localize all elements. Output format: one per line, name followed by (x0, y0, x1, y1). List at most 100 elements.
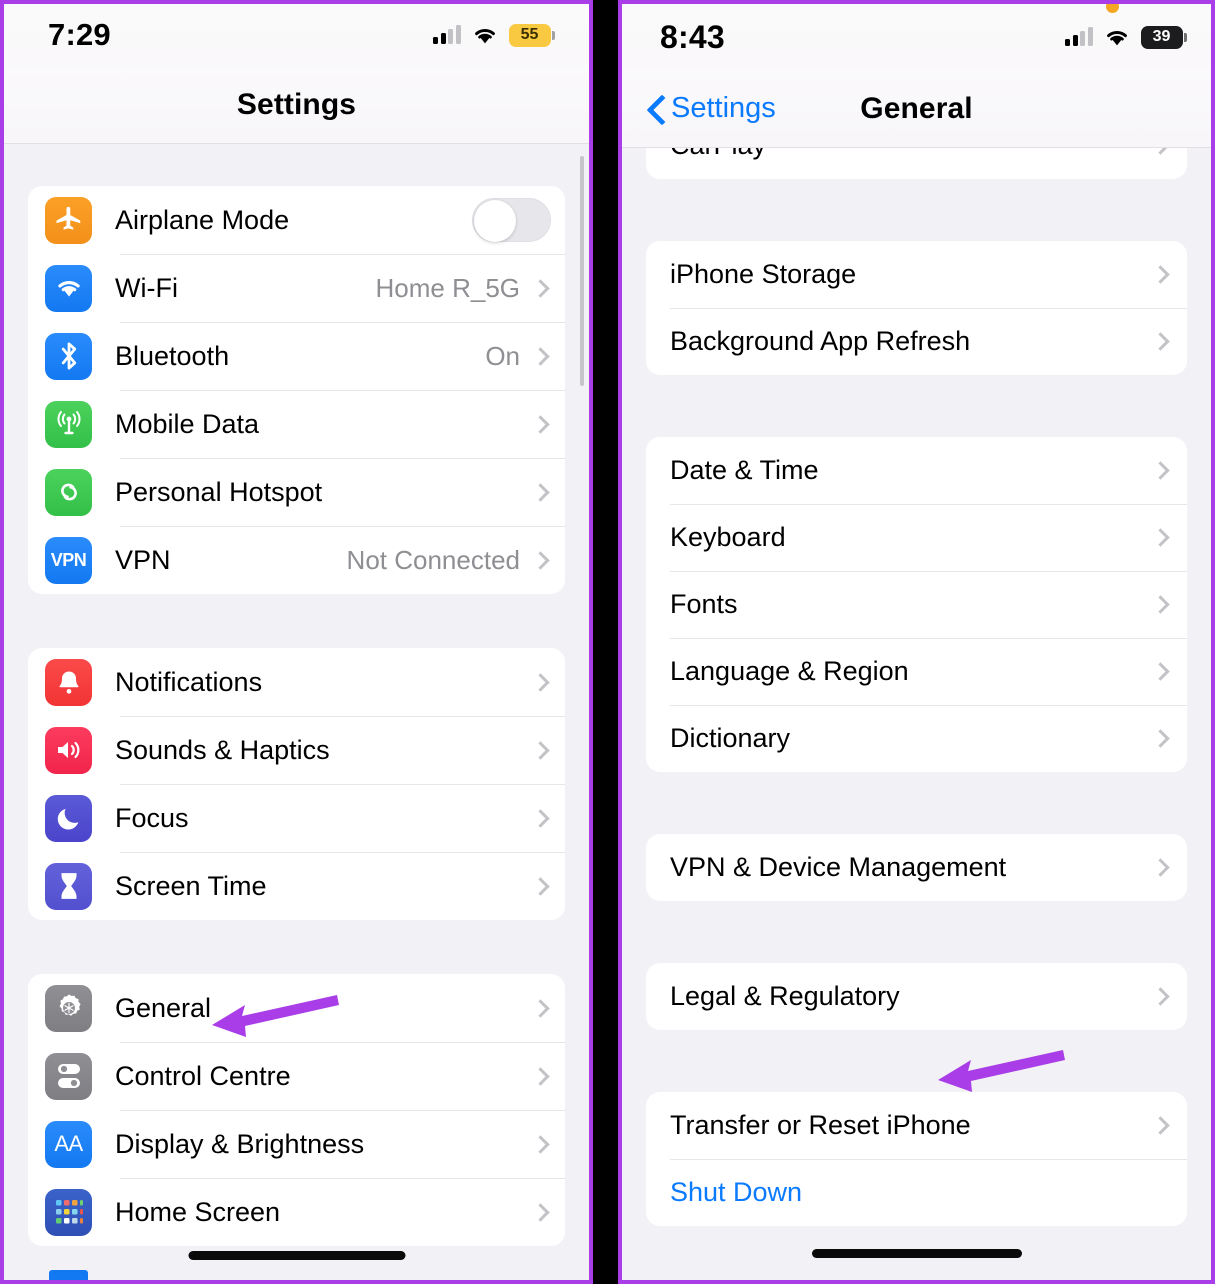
chevron-right-icon (1151, 858, 1170, 877)
group-notifications: Notifications Sounds & Haptics Focus Scr… (28, 648, 565, 920)
airplane-icon (45, 196, 92, 244)
home-indicator (811, 1249, 1022, 1258)
settings-row-control-centre[interactable]: Control Centre (28, 1042, 565, 1110)
group-system: General Control Centre AA Display & Brig… (28, 974, 565, 1246)
row-label: Sounds & Haptics (115, 734, 330, 765)
group-legal: Legal & Regulatory (646, 963, 1187, 1030)
screenshot-stage: 7:29 55 Settings Airplane Mode Wi-Fi Hom… (0, 0, 1215, 1284)
row-value: Home R_5G (375, 272, 521, 303)
chevron-right-icon (531, 740, 550, 760)
row-value: On (485, 340, 520, 371)
right-settings-list[interactable]: CarPlay iPhone Storage Background App Re… (622, 148, 1211, 1280)
chevron-right-icon (1151, 461, 1170, 480)
battery-level: 55 (508, 23, 551, 47)
row-label: Focus (115, 802, 189, 833)
row-value: Not Connected (346, 544, 520, 575)
airplane-mode-toggle[interactable] (472, 198, 551, 242)
settings-row-screen-time[interactable]: Screen Time (28, 852, 565, 920)
wifi-icon (1106, 30, 1127, 45)
chevron-right-icon (1151, 528, 1170, 547)
row-label: iPhone Storage (670, 259, 857, 289)
chevron-right-icon (531, 550, 550, 570)
group-device-management: VPN & Device Management (646, 834, 1187, 901)
chevron-right-icon (531, 346, 550, 366)
settings-row-dictionary[interactable]: Dictionary (646, 705, 1187, 772)
chevron-right-icon (531, 998, 550, 1018)
settings-row-notifications[interactable]: Notifications (28, 648, 565, 716)
settings-row-airplane-mode[interactable]: Airplane Mode (28, 186, 565, 254)
group-storage: iPhone Storage Background App Refresh (646, 241, 1187, 375)
row-label: Background App Refresh (670, 326, 971, 356)
left-status-bar: 7:29 55 (4, 4, 589, 66)
bell-icon (45, 658, 92, 706)
left-nav-bar: Settings (4, 66, 589, 144)
aa-glyph: AA (54, 1131, 83, 1156)
settings-row-background-app-refresh[interactable]: Background App Refresh (646, 308, 1187, 375)
row-label: Shut Down (670, 1177, 803, 1207)
page-title: Settings (236, 87, 357, 121)
settings-row-general[interactable]: General (28, 974, 565, 1042)
chevron-right-icon (531, 1134, 550, 1154)
settings-row-focus[interactable]: Focus (28, 784, 565, 852)
right-status-bar: 8:43 39 (622, 4, 1211, 70)
chevron-right-icon (531, 808, 550, 828)
settings-row-shut-down[interactable]: Shut Down (646, 1159, 1187, 1226)
vpn-icon-label: VPN (50, 549, 87, 570)
home-indicator (188, 1251, 405, 1260)
settings-row-date-time[interactable]: Date & Time (646, 437, 1187, 504)
chevron-right-icon (1151, 1116, 1170, 1135)
hourglass-icon (45, 862, 92, 910)
right-nav-bar: Settings General (622, 70, 1211, 148)
status-clock: 7:29 (48, 17, 111, 52)
left-settings-list[interactable]: Airplane Mode Wi-Fi Home R_5G Bluetooth … (4, 144, 589, 1280)
settings-row-display-brightness[interactable]: AA Display & Brightness (28, 1110, 565, 1178)
group-carplay: CarPlay (646, 148, 1187, 179)
scroll-indicator[interactable] (580, 156, 584, 386)
gear-icon (45, 984, 92, 1032)
status-indicators: 55 (433, 23, 555, 47)
right-phone-screen: 8:43 39 Settings General iPhone Storage … (618, 0, 1215, 1284)
settings-row-mobile-data[interactable]: Mobile Data (28, 390, 565, 458)
row-label: Display & Brightness (115, 1128, 365, 1159)
chevron-right-icon (531, 876, 550, 896)
chevron-right-icon (531, 414, 550, 434)
left-phone-screen: 7:29 55 Settings Airplane Mode Wi-Fi Hom… (0, 0, 593, 1284)
partial-icon-strip (49, 1270, 88, 1280)
settings-row-carplay[interactable]: CarPlay (646, 148, 1187, 179)
row-label: Screen Time (115, 870, 267, 901)
settings-row-home-screen[interactable]: Home Screen (28, 1178, 565, 1246)
chevron-right-icon (1151, 987, 1170, 1006)
chevron-right-icon (531, 1202, 550, 1222)
partial-next-row-icon (45, 1258, 92, 1280)
row-label: Dictionary (670, 723, 791, 753)
settings-row-language-region[interactable]: Language & Region (646, 638, 1187, 705)
row-label: VPN (115, 544, 171, 575)
settings-row-personal-hotspot[interactable]: Personal Hotspot (28, 458, 565, 526)
settings-row-iphone-storage[interactable]: iPhone Storage (646, 241, 1187, 308)
settings-row-sounds-haptics[interactable]: Sounds & Haptics (28, 716, 565, 784)
row-label: Home Screen (115, 1196, 281, 1227)
wifi-icon (474, 28, 495, 43)
settings-row-vpn[interactable]: VPN VPN Not Connected (28, 526, 565, 594)
chevron-right-icon (1151, 265, 1170, 284)
chevron-right-icon (531, 672, 550, 692)
row-label: Bluetooth (115, 340, 230, 371)
battery-level: 39 (1140, 25, 1183, 49)
chevron-right-icon (1151, 332, 1170, 351)
chevron-right-icon (531, 278, 550, 298)
settings-row-wifi[interactable]: Wi-Fi Home R_5G (28, 254, 565, 322)
control-centre-icon (45, 1052, 92, 1100)
settings-row-fonts[interactable]: Fonts (646, 571, 1187, 638)
row-label: Airplane Mode (115, 204, 290, 235)
settings-row-bluetooth[interactable]: Bluetooth On (28, 322, 565, 390)
settings-row-vpn-device-management[interactable]: VPN & Device Management (646, 834, 1187, 901)
settings-row-transfer-or-reset-iphone[interactable]: Transfer or Reset iPhone (646, 1092, 1187, 1159)
settings-row-legal-regulatory[interactable]: Legal & Regulatory (646, 963, 1187, 1030)
battery-nub (1184, 32, 1187, 42)
speaker-icon (45, 726, 92, 774)
row-label: Legal & Regulatory (670, 981, 900, 1011)
chevron-right-icon (1151, 729, 1170, 748)
settings-row-keyboard[interactable]: Keyboard (646, 504, 1187, 571)
bluetooth-icon (45, 332, 92, 380)
row-label: Wi-Fi (115, 272, 178, 303)
